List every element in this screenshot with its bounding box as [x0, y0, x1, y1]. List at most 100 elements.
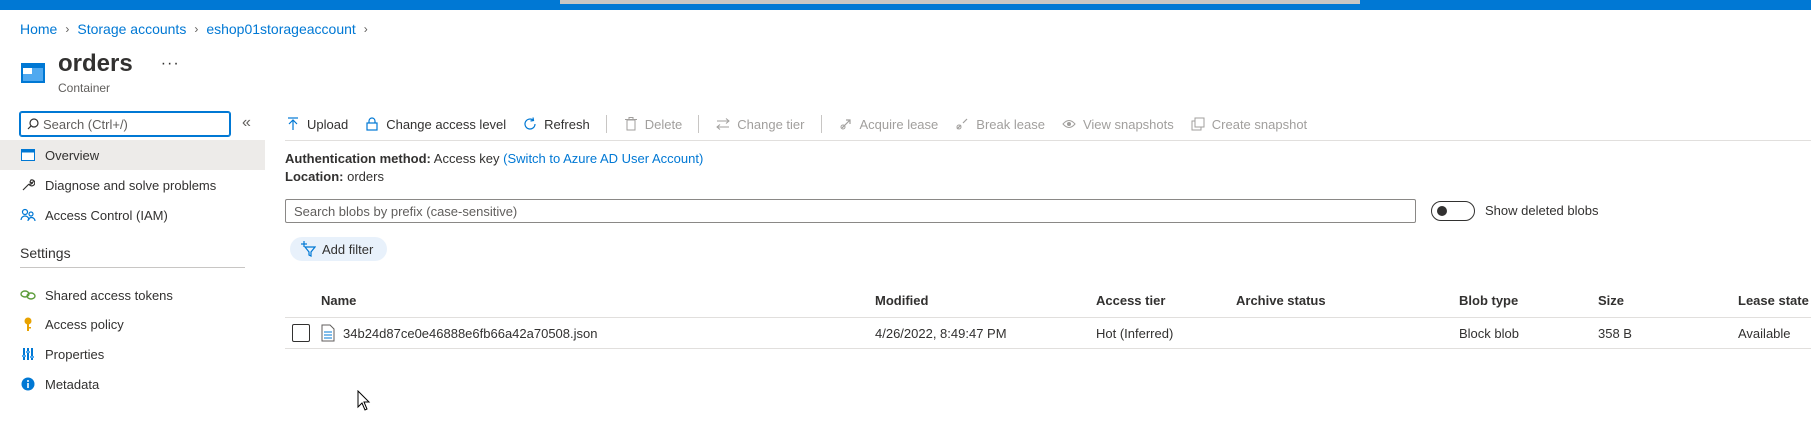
sidebar-item-diagnose[interactable]: Diagnose and solve problems: [0, 170, 265, 200]
sidebar-item-label: Shared access tokens: [45, 287, 173, 303]
top-bar: [0, 0, 1811, 10]
column-header-size[interactable]: Size: [1598, 293, 1624, 308]
toolbar-divider: [605, 115, 607, 133]
blob-name-link[interactable]: 34b24d87ce0e46888e6fb66a42a70508.json: [343, 326, 597, 341]
sidebar-item-metadata[interactable]: Metadata: [0, 369, 265, 399]
global-search-strip[interactable]: [560, 0, 1360, 4]
blob-search-input[interactable]: [294, 203, 1394, 219]
trash-icon: [623, 116, 639, 132]
breadcrumb-home[interactable]: Home: [20, 21, 57, 37]
sidebar-item-access-policy[interactable]: Access policy: [0, 309, 265, 339]
section-divider: [20, 267, 245, 268]
sidebar-item-properties[interactable]: Properties: [0, 339, 265, 369]
breadcrumb: Home › Storage accounts › eshop01storage…: [20, 20, 376, 38]
break-lease-button[interactable]: Break lease: [954, 116, 1045, 132]
toolbar: Upload Change access level Refresh Delet…: [285, 110, 1323, 138]
refresh-button[interactable]: Refresh: [522, 116, 590, 132]
container-icon: [21, 63, 45, 83]
snapshot-icon: [1190, 116, 1206, 132]
link-icon: [20, 287, 36, 303]
column-header-access-tier[interactable]: Access tier: [1096, 293, 1165, 308]
create-snapshot-label: Create snapshot: [1211, 116, 1308, 132]
change-tier-button[interactable]: Change tier: [715, 116, 805, 132]
refresh-icon: [522, 116, 538, 132]
cell-modified: 4/26/2022, 8:49:47 PM: [875, 326, 1007, 341]
column-header-name[interactable]: Name: [321, 293, 356, 308]
mouse-cursor-icon: [357, 390, 371, 411]
filter-add-icon: [301, 241, 316, 257]
add-filter-button[interactable]: Add filter: [290, 237, 388, 261]
upload-button[interactable]: Upload: [285, 116, 348, 132]
acquire-lease-label: Acquire lease: [859, 116, 939, 132]
page-title: orders: [58, 50, 133, 77]
table-header-divider: [285, 317, 1811, 318]
info-icon: [20, 376, 36, 392]
upload-icon: [285, 116, 301, 132]
auth-method-value: Access key: [433, 151, 500, 166]
sidebar-item-label: Access Control (IAM): [45, 207, 168, 223]
show-deleted-label: Show deleted blobs: [1485, 203, 1599, 218]
sidebar-item-label: Overview: [45, 147, 100, 163]
acquire-lease-button[interactable]: Acquire lease: [838, 116, 939, 132]
cell-lease-state: Available: [1738, 326, 1791, 341]
create-snapshot-button[interactable]: Create snapshot: [1190, 116, 1307, 132]
sidebar-item-overview[interactable]: Overview: [0, 140, 265, 170]
chevron-right-icon: ›: [65, 22, 70, 36]
add-filter-label: Add filter: [322, 241, 374, 257]
sidebar-search[interactable]: [19, 111, 231, 137]
blob-search-box[interactable]: [285, 199, 1416, 223]
delete-button[interactable]: Delete: [623, 116, 683, 132]
location-label: Location:: [285, 169, 344, 184]
show-deleted-toggle[interactable]: [1431, 201, 1475, 221]
sidebar-item-shared-access-tokens[interactable]: Shared access tokens: [0, 280, 265, 310]
properties-icon: [20, 346, 36, 362]
column-header-blob-type[interactable]: Blob type: [1459, 293, 1518, 308]
table-row-divider: [285, 348, 1811, 349]
page-header: orders ··· Container: [20, 50, 180, 96]
location-value: orders: [347, 169, 384, 184]
change-access-level-button[interactable]: Change access level: [364, 116, 506, 132]
toolbar-divider-line: [285, 140, 1811, 141]
sidebar-section-settings: Settings: [20, 245, 71, 261]
file-icon: [321, 324, 335, 342]
refresh-label: Refresh: [544, 116, 590, 132]
collapse-sidebar-icon[interactable]: «: [242, 114, 251, 132]
breadcrumb-storage-accounts[interactable]: Storage accounts: [77, 21, 186, 37]
auth-method-label: Authentication method:: [285, 151, 431, 166]
chevron-right-icon: ›: [363, 22, 368, 36]
break-lease-icon: [954, 116, 970, 132]
column-header-archive-status[interactable]: Archive status: [1236, 293, 1326, 308]
breadcrumb-storage-account[interactable]: eshop01storageaccount: [206, 21, 355, 37]
delete-label: Delete: [644, 116, 683, 132]
more-options-icon[interactable]: ···: [161, 55, 180, 73]
container-icon: [20, 147, 36, 163]
search-icon: [27, 118, 39, 130]
swap-arrows-icon: [715, 116, 731, 132]
break-lease-label: Break lease: [976, 116, 1045, 132]
upload-label: Upload: [307, 116, 349, 132]
change-access-level-label: Change access level: [386, 116, 507, 132]
key-icon: [20, 316, 36, 332]
lock-icon: [364, 116, 380, 132]
sidebar-item-label: Metadata: [45, 376, 100, 392]
wrench-icon: [20, 177, 36, 193]
toolbar-divider: [820, 115, 822, 133]
column-header-modified[interactable]: Modified: [875, 293, 928, 308]
sidebar-search-input[interactable]: [43, 116, 213, 132]
lease-icon: [838, 116, 854, 132]
location-row: Location: orders: [285, 169, 384, 184]
sidebar-item-iam[interactable]: Access Control (IAM): [0, 200, 265, 230]
cell-size: 358 B: [1598, 326, 1632, 341]
view-snapshots-button[interactable]: View snapshots: [1061, 116, 1174, 132]
change-tier-label: Change tier: [737, 116, 805, 132]
people-icon: [20, 207, 36, 223]
chevron-right-icon: ›: [194, 22, 199, 36]
column-header-lease-state[interactable]: Lease state: [1738, 293, 1809, 308]
row-checkbox[interactable]: [292, 324, 310, 342]
eye-icon: [1061, 116, 1077, 132]
sidebar-item-label: Diagnose and solve problems: [45, 177, 217, 193]
cell-access-tier: Hot (Inferred): [1096, 326, 1174, 341]
switch-auth-link[interactable]: (Switch to Azure AD User Account): [503, 151, 703, 166]
sidebar-item-label: Properties: [45, 346, 105, 362]
toggle-knob: [1437, 206, 1447, 216]
